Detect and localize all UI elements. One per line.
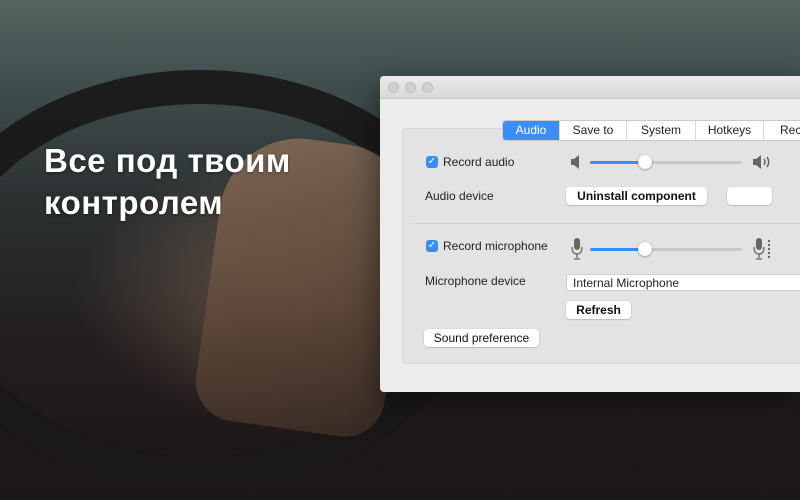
tab-audio[interactable]: Audio xyxy=(503,121,559,140)
close-window-button[interactable] xyxy=(388,82,399,93)
tab-bar: Audio Save to System Hotkeys Reco xyxy=(502,120,800,141)
zoom-window-button[interactable] xyxy=(422,82,433,93)
microphone-level-icon xyxy=(753,238,771,260)
audio-device-label: Audio device xyxy=(425,189,494,203)
tab-save-to[interactable]: Save to xyxy=(559,121,626,140)
microphone-volume-fill xyxy=(590,248,645,251)
section-divider xyxy=(414,223,800,224)
tab-system[interactable]: System xyxy=(626,121,695,140)
audio-volume-slider[interactable] xyxy=(590,155,742,169)
microphone-device-select[interactable]: Internal Microphone xyxy=(566,274,800,291)
uninstall-component-button[interactable]: Uninstall component xyxy=(566,187,707,205)
minimize-window-button[interactable] xyxy=(405,82,416,93)
record-audio-checkbox[interactable]: ✓ xyxy=(426,156,438,168)
title-bar[interactable] xyxy=(380,76,800,99)
tab-recording[interactable]: Reco xyxy=(763,121,800,140)
refresh-button[interactable]: Refresh xyxy=(566,301,631,319)
audio-volume-knob[interactable] xyxy=(637,155,652,169)
speaker-high-icon xyxy=(753,155,770,169)
microphone-volume-slider[interactable] xyxy=(590,242,742,256)
settings-window: Audio Save to System Hotkeys Reco ✓ Reco… xyxy=(380,76,800,392)
microphone-icon xyxy=(571,238,583,260)
speaker-low-icon xyxy=(571,155,579,169)
audio-volume-fill xyxy=(590,161,645,164)
microphone-device-label: Microphone device xyxy=(425,274,526,288)
sound-preference-button[interactable]: Sound preference xyxy=(424,329,539,347)
record-microphone-checkbox[interactable]: ✓ xyxy=(426,240,438,252)
hero-headline: Все под твоим контролем xyxy=(44,142,291,221)
record-microphone-label: Record microphone xyxy=(443,239,548,253)
record-audio-label: Record audio xyxy=(443,155,515,169)
microphone-volume-knob[interactable] xyxy=(637,242,652,256)
audio-device-extra-button[interactable] xyxy=(727,187,772,205)
tab-hotkeys[interactable]: Hotkeys xyxy=(695,121,763,140)
